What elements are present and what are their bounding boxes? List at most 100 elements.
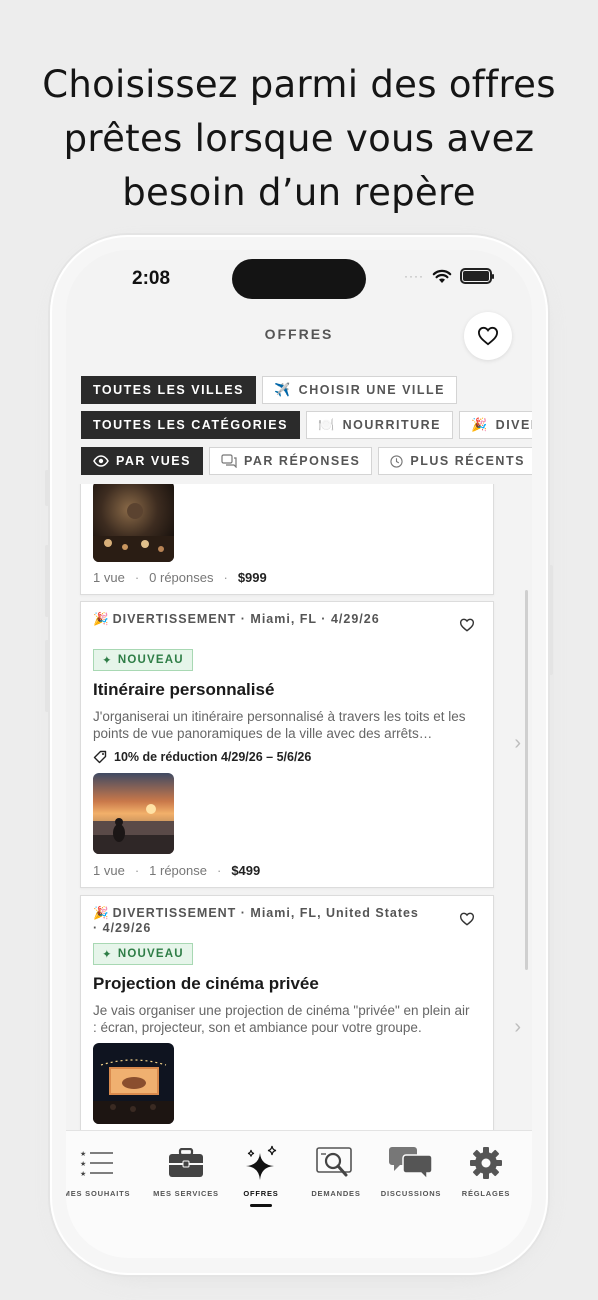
chip-label: PAR RÉPONSES xyxy=(243,454,361,468)
phone-volume-down xyxy=(45,640,49,712)
replies-count: 1 réponse xyxy=(149,863,207,878)
tab-discussions[interactable]: DISCUSSIONS xyxy=(372,1145,450,1198)
chevron-right-icon: › xyxy=(514,732,521,754)
phone-action-button xyxy=(45,470,49,506)
offer-title: Itinéraire personnalisé xyxy=(93,680,275,699)
offer-image-cinema xyxy=(93,1043,174,1124)
chip-food[interactable]: 🍽️ NOURRITURE xyxy=(305,411,453,439)
phone-screen: 2:08 ···· OFFRES TOUTES LES VILLES ✈️ CH… xyxy=(66,250,532,1258)
chip-all-categories[interactable]: TOUTES LES CATÉGORIES xyxy=(81,411,300,439)
category-filter-row: TOUTES LES CATÉGORIES 🍽️ NOURRITURE 🎉 DI… xyxy=(81,411,532,439)
badge-label: NOUVEAU xyxy=(117,654,184,666)
chip-label: TOUTES LES CATÉGORIES xyxy=(93,418,288,432)
new-badge: ✦ NOUVEAU xyxy=(93,649,193,671)
offer-meta: 🎉 DIVERTISSEMENT · Miami, FL · 4/29/26 xyxy=(93,612,423,627)
battery-icon xyxy=(460,268,494,284)
headline-line-2: prêtes lorsque vous avez xyxy=(63,117,535,160)
favorites-button[interactable] xyxy=(464,312,512,360)
badge-label: NOUVEAU xyxy=(117,948,184,960)
wifi-icon xyxy=(432,269,452,283)
tab-label: RÉGLAGES xyxy=(461,1189,511,1198)
views-count: 1 vue xyxy=(93,570,125,585)
offer-card[interactable]: 🎉 DIVERTISSEMENT · Miami, FL · 4/29/26 ✦ … xyxy=(80,601,521,888)
tab-offers[interactable]: OFFRES xyxy=(222,1145,300,1207)
active-tab-indicator xyxy=(250,1204,272,1207)
tab-my-services[interactable]: MES SERVICES xyxy=(147,1145,225,1198)
offer-meta-text: DIVERTISSEMENT · Miami, FL · 4/29/26 xyxy=(112,612,380,626)
chip-entertainment[interactable]: 🎉 DIVERTISS xyxy=(458,411,532,439)
separator: · xyxy=(134,863,140,878)
tab-requests[interactable]: DEMANDES xyxy=(297,1145,375,1198)
offer-stats: 1 vue · 1 réponse · $499 xyxy=(93,863,260,878)
offer-description: J'organiserai un itinéraire personnalisé… xyxy=(93,709,466,741)
briefcase-icon xyxy=(169,1148,203,1177)
new-badge: ✦ NOUVEAU xyxy=(93,943,193,965)
marketing-headline: Choisissez parmi des offres prêtes lorsq… xyxy=(0,58,598,220)
party-popper-icon: 🎉 xyxy=(93,612,109,626)
separator: · xyxy=(223,570,228,585)
svg-text:★: ★ xyxy=(80,1150,86,1158)
tab-label: MES SOUHAITS xyxy=(66,1189,131,1198)
offer-meta: 🎉 DIVERTISSEMENT · Miami, FL, United Stat… xyxy=(93,906,423,936)
separator: · xyxy=(134,570,140,585)
chevron-right-icon: › xyxy=(514,1016,521,1038)
party-popper-icon: 🎉 xyxy=(93,906,109,920)
chip-label: CHOISIR UNE VILLE xyxy=(298,383,446,397)
chip-label: NOURRITURE xyxy=(342,418,441,432)
dynamic-island xyxy=(232,259,366,299)
chip-sort-views[interactable]: PAR VUES xyxy=(81,447,203,475)
heart-icon xyxy=(459,912,475,926)
chip-label: TOUTES LES VILLES xyxy=(93,383,244,397)
heart-icon xyxy=(477,326,499,346)
offer-title: Projection de cinéma privée xyxy=(93,974,319,993)
status-time: 2:08 xyxy=(132,268,171,289)
tab-label: DEMANDES xyxy=(311,1189,361,1198)
chip-label: PAR VUES xyxy=(116,454,191,468)
tab-label: DISCUSSIONS xyxy=(380,1189,442,1198)
tab-label: MES SERVICES xyxy=(153,1189,219,1198)
party-popper-icon: 🎉 xyxy=(470,417,489,432)
chip-label: PLUS RÉCENTS xyxy=(410,454,525,468)
offer-price: $499 xyxy=(231,863,261,878)
tag-icon xyxy=(93,750,107,764)
offer-card[interactable]: 🎉 DIVERTISSEMENT · Miami, FL, United Stat… xyxy=(80,895,521,1130)
list-stars-icon: ★ ★ ★ xyxy=(80,1150,113,1177)
sort-filter-row: PAR VUES PAR RÉPONSES PLUS RÉCENTS xyxy=(81,447,532,475)
phone-volume-up xyxy=(45,545,49,617)
sparkle-icon: ✦ xyxy=(102,949,113,961)
signal-dots-icon: ···· xyxy=(404,269,424,283)
scrollbar[interactable] xyxy=(525,590,528,970)
city-filter-row: TOUTES LES VILLES ✈️ CHOISIR UNE VILLE xyxy=(81,376,458,404)
headline-line-3: besoin d’un repère xyxy=(122,171,476,214)
offer-meta-text: DIVERTISSEMENT · Miami, FL, United State… xyxy=(93,906,419,935)
favorite-toggle[interactable] xyxy=(459,912,475,931)
sparkle-icon: ✦ xyxy=(102,655,113,667)
favorite-toggle[interactable] xyxy=(459,618,475,637)
chip-choose-city[interactable]: ✈️ CHOISIR UNE VILLE xyxy=(261,376,458,404)
offer-card[interactable]: 1 vue · 0 réponses · $999 xyxy=(80,484,494,595)
chip-sort-recent[interactable]: PLUS RÉCENTS xyxy=(378,447,532,475)
clock-icon xyxy=(390,454,404,468)
phone-power-button xyxy=(549,565,553,675)
offer-image-dinner xyxy=(93,484,174,562)
tab-wishlist[interactable]: ★ ★ ★ MES SOUHAITS xyxy=(66,1145,136,1198)
offer-image-rooftop xyxy=(93,773,174,854)
tab-settings[interactable]: RÉGLAGES xyxy=(447,1145,525,1198)
chip-sort-replies[interactable]: PAR RÉPONSES xyxy=(208,447,373,475)
chip-all-cities[interactable]: TOUTES LES VILLES xyxy=(81,376,256,404)
offer-price: $999 xyxy=(237,570,267,585)
gear-icon xyxy=(470,1147,502,1179)
airplane-icon: ✈️ xyxy=(273,382,292,397)
chat-icon xyxy=(221,454,237,468)
svg-text:★: ★ xyxy=(80,1170,86,1177)
discount-text: 10% de réduction 4/29/26 – 5/6/26 xyxy=(114,750,312,764)
replies-count: 0 réponses xyxy=(149,570,214,585)
tab-label: OFFRES xyxy=(243,1189,279,1198)
plate-icon: 🍽️ xyxy=(317,417,336,432)
status-icons: ···· xyxy=(404,268,494,284)
sparkles-icon xyxy=(246,1145,277,1180)
chip-label: DIVERTISS xyxy=(495,418,532,432)
offers-list[interactable]: 1 vue · 0 réponses · $999 🎉 DIVERTISSEMEN… xyxy=(66,484,532,1130)
chat-bubbles-icon xyxy=(389,1147,433,1180)
offer-discount: 10% de réduction 4/29/26 – 5/6/26 xyxy=(93,750,311,764)
